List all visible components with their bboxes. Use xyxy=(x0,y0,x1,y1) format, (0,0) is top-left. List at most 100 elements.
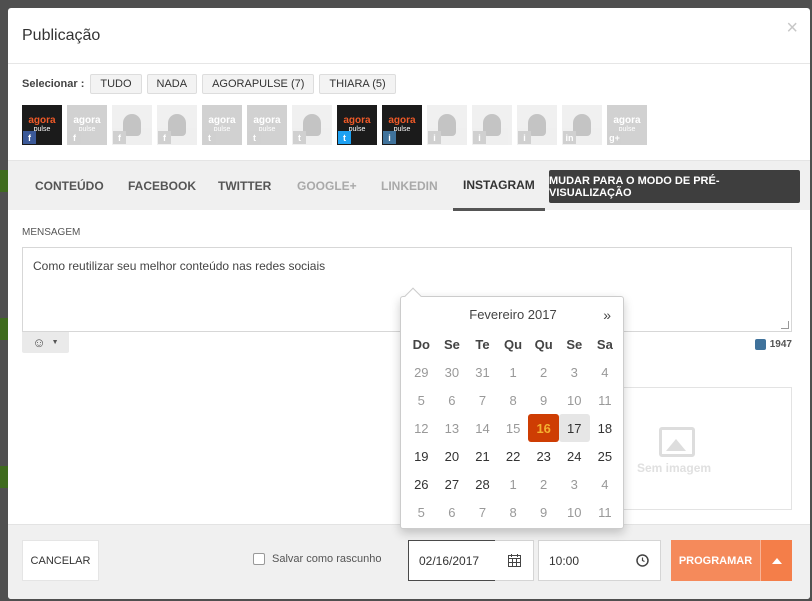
save-draft-option[interactable]: Salvar como rascunho xyxy=(253,553,381,565)
profile-avatar[interactable]: agora pulse t xyxy=(247,105,287,145)
tab-google-plus[interactable]: GOOGLE+ xyxy=(297,161,357,211)
clock-button[interactable] xyxy=(624,540,661,581)
calendar-day[interactable]: 21 xyxy=(467,442,498,470)
weekday-header: Qu xyxy=(504,336,523,352)
image-dropzone[interactable]: Sem imagem xyxy=(608,387,792,510)
tab-content[interactable]: CONTEÚDO xyxy=(35,161,104,211)
preview-mode-button[interactable]: MUDAR PARA O MODO DE PRÉ-VISUALIZAÇÃO xyxy=(549,170,800,203)
profile-avatar[interactable]: f xyxy=(112,105,152,145)
profile-avatar[interactable]: f xyxy=(157,105,197,145)
profile-avatar[interactable]: agora pulse f xyxy=(22,105,62,145)
calendar-day[interactable]: 22 xyxy=(498,442,529,470)
calendar-day[interactable]: 5 xyxy=(406,386,437,414)
select-none-button[interactable]: NADA xyxy=(146,74,198,94)
calendar-day[interactable]: 13 xyxy=(437,414,468,442)
profile-avatar[interactable]: t xyxy=(292,105,332,145)
weekday-header: Do xyxy=(412,336,430,352)
instagram-icon: i xyxy=(428,131,441,144)
clock-icon xyxy=(635,554,649,567)
calendar-day[interactable]: 11 xyxy=(590,498,621,526)
program-button[interactable]: PROGRAMAR xyxy=(671,540,760,581)
calendar-day[interactable]: 6 xyxy=(437,386,468,414)
weekday-header: Qu xyxy=(534,336,553,352)
calendar-day[interactable]: 30 xyxy=(437,358,468,386)
char-counter: 1947 xyxy=(754,339,792,350)
char-count-value: 1947 xyxy=(769,339,792,350)
modal-title: Publicação xyxy=(22,27,101,44)
tab-twitter[interactable]: TWITTER xyxy=(218,161,271,211)
tab-instagram[interactable]: INSTAGRAM xyxy=(453,161,545,211)
calendar-day[interactable]: 5 xyxy=(406,498,437,526)
calendar-day[interactable]: 26 xyxy=(406,470,437,498)
calendar-day[interactable]: 27 xyxy=(437,470,468,498)
calendar-day[interactable]: 4 xyxy=(590,358,621,386)
calendar-day[interactable]: 10 xyxy=(559,498,590,526)
tab-bar: CONTEÚDO FACEBOOK TWITTER GOOGLE+ LINKED… xyxy=(8,160,810,211)
calendar-day[interactable]: 12 xyxy=(406,414,437,442)
calendar-day[interactable]: 2 xyxy=(528,358,559,386)
emoji-button[interactable]: ☺ ▼ xyxy=(22,332,69,353)
profile-avatar[interactable]: i xyxy=(517,105,557,145)
calendar-day[interactable]: 9 xyxy=(528,498,559,526)
profile-avatar[interactable]: i xyxy=(472,105,512,145)
calendar-day[interactable]: 18 xyxy=(590,414,621,442)
resize-handle[interactable] xyxy=(781,321,789,329)
calendar-day[interactable]: 6 xyxy=(437,498,468,526)
calendar-day[interactable]: 29 xyxy=(406,358,437,386)
select-thiara-button[interactable]: THIARA (5) xyxy=(319,74,396,94)
profile-avatar[interactable]: agora pulse t xyxy=(202,105,242,145)
calendar-day[interactable]: 2 xyxy=(528,470,559,498)
datepicker-month-title[interactable]: Fevereiro 2017 xyxy=(401,307,625,322)
calendar-day[interactable]: 8 xyxy=(498,498,529,526)
calendar-day[interactable]: 28 xyxy=(467,470,498,498)
profile-avatar[interactable]: agora pulse i xyxy=(382,105,422,145)
calendar-day[interactable]: 20 xyxy=(437,442,468,470)
calendar-day[interactable]: 3 xyxy=(559,470,590,498)
calendar-day[interactable]: 7 xyxy=(467,386,498,414)
calendar-day[interactable]: 1 xyxy=(498,470,529,498)
calendar-day[interactable]: 4 xyxy=(590,470,621,498)
calendar-day[interactable]: 17 xyxy=(558,414,590,442)
calendar-day[interactable]: 15 xyxy=(498,414,529,442)
calendar-day[interactable]: 31 xyxy=(467,358,498,386)
datepicker-next-button[interactable]: » xyxy=(603,307,611,323)
select-all-button[interactable]: TUDO xyxy=(90,74,142,94)
profile-avatar[interactable]: i xyxy=(427,105,467,145)
calendar-day[interactable]: 24 xyxy=(559,442,590,470)
twitter-icon: t xyxy=(248,131,261,144)
calendar-day[interactable]: 10 xyxy=(559,386,590,414)
twitter-icon: t xyxy=(203,131,216,144)
profile-avatar[interactable]: agora pulse t xyxy=(337,105,377,145)
instagram-icon xyxy=(754,339,766,350)
calendar-day[interactable]: 9 xyxy=(528,386,559,414)
save-draft-checkbox[interactable] xyxy=(253,553,265,565)
date-input[interactable]: 02/16/2017 xyxy=(408,540,496,581)
tab-linkedin[interactable]: LINKEDIN xyxy=(381,161,438,211)
calendar-day[interactable]: 14 xyxy=(467,414,498,442)
google-plus-icon: g+ xyxy=(608,131,621,144)
background-strip xyxy=(0,170,8,192)
profile-avatar[interactable]: agora pulse f xyxy=(67,105,107,145)
calendar-day-selected[interactable]: 16 xyxy=(528,414,559,442)
calendar-day[interactable]: 8 xyxy=(498,386,529,414)
profile-avatar[interactable]: in xyxy=(562,105,602,145)
smiley-icon: ☺ xyxy=(32,335,46,350)
calendar-day[interactable]: 25 xyxy=(590,442,621,470)
calendar-day[interactable]: 3 xyxy=(559,358,590,386)
calendar-day[interactable]: 19 xyxy=(406,442,437,470)
select-agorapulse-button[interactable]: AGORAPULSE (7) xyxy=(202,74,315,94)
facebook-icon: f xyxy=(113,131,126,144)
calendar-button[interactable] xyxy=(495,540,534,581)
profile-avatar[interactable]: agora pulse g+ xyxy=(607,105,647,145)
cancel-button[interactable]: CANCELAR xyxy=(22,540,99,581)
close-button[interactable]: × xyxy=(786,18,798,38)
calendar-day[interactable]: 23 xyxy=(528,442,559,470)
tab-facebook[interactable]: FACEBOOK xyxy=(128,161,196,211)
calendar-day[interactable]: 7 xyxy=(467,498,498,526)
calendar-day[interactable]: 11 xyxy=(590,386,621,414)
linkedin-icon: in xyxy=(563,131,576,144)
program-options-button[interactable] xyxy=(760,540,792,581)
image-placeholder-icon xyxy=(659,427,695,457)
calendar-day[interactable]: 1 xyxy=(498,358,529,386)
time-input[interactable]: 10:00 xyxy=(538,540,625,581)
